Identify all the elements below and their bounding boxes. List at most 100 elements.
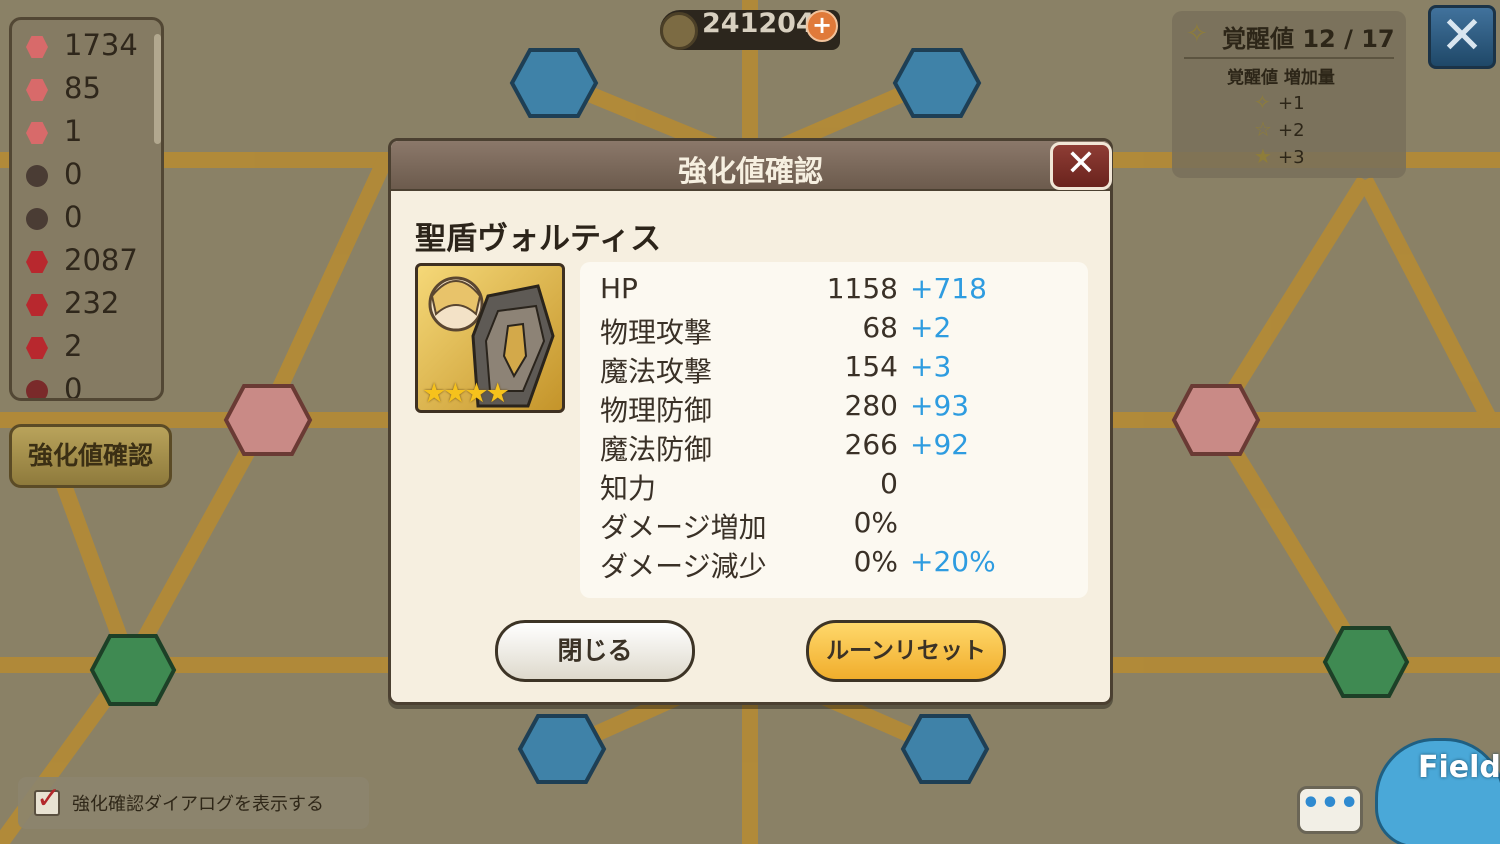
gem-icon (26, 337, 48, 359)
rarity-stars: ★★★★ (422, 378, 510, 409)
gem-icon (26, 251, 48, 273)
resource-row: 2087 (20, 241, 150, 281)
awakening-bonus: +2 (1278, 120, 1305, 141)
shield-node-icon[interactable] (517, 714, 607, 784)
close-button[interactable]: 閉じる (495, 620, 695, 682)
star-icon: ★ (1254, 144, 1272, 168)
shield-node-icon[interactable] (509, 48, 599, 118)
close-screen-button[interactable]: ✕ (1428, 5, 1496, 69)
stat-row: ダメージ減少 0% +20% (580, 545, 1088, 584)
field-button-label: Field (1418, 750, 1500, 785)
rune-reset-button[interactable]: ルーンリセット (806, 620, 1006, 682)
stat-row: 物理防御 280 +93 (580, 389, 1088, 428)
gem-icon (26, 122, 48, 144)
resource-row: 1734 (20, 26, 150, 66)
resource-count: 0 (64, 372, 83, 401)
resource-row: 232 (20, 284, 150, 324)
resource-row: 1 (20, 112, 150, 152)
stat-row: 物理攻撃 68 +2 (580, 311, 1088, 350)
chat-button[interactable]: ••• (1297, 786, 1363, 834)
resource-row: 0 (20, 370, 150, 401)
stat-label: 魔法攻撃 (600, 355, 713, 388)
resource-count: 85 (64, 71, 101, 105)
stat-row: 魔法防御 266 +92 (580, 428, 1088, 467)
stat-label: 知力 (600, 472, 657, 505)
resource-count: 0 (64, 157, 83, 191)
stat-value: 1158 (826, 272, 898, 305)
stat-label: HP (600, 272, 638, 305)
stat-value: 154 (844, 350, 898, 383)
add-currency-button[interactable]: + (806, 10, 838, 42)
awakening-row: ★ +3 (1254, 144, 1305, 168)
stats-table: HP 1158 +718 物理攻撃 68 +2 魔法攻撃 154 +3 物理防御… (580, 262, 1088, 598)
resource-row: 85 (20, 69, 150, 109)
stat-row: HP 1158 +718 (580, 272, 1088, 311)
stat-label: 魔法防御 (600, 433, 713, 466)
dialog-title: 強化値確認 (677, 154, 823, 188)
show-dialog-toggle[interactable]: ✓ 強化確認ダイアログを表示する (18, 777, 369, 829)
resource-row: 2 (20, 327, 150, 367)
awakening-star-icon: ✧ (1186, 19, 1208, 49)
green-node-icon[interactable] (1322, 626, 1410, 698)
awakening-value: 覚醒値 12 / 17 (1222, 25, 1395, 53)
stat-row: ダメージ増加 0% (580, 506, 1088, 545)
star-outline-icon: ✧ (1254, 90, 1271, 114)
confirm-values-button[interactable]: 強化値確認 (9, 424, 172, 488)
gem-icon (26, 36, 48, 58)
awakening-row: ✧ +1 (1254, 90, 1305, 114)
resource-count: 1734 (64, 28, 138, 62)
divider (1184, 57, 1394, 59)
green-node-icon[interactable] (89, 634, 177, 706)
stat-value: 68 (862, 311, 898, 344)
gem-icon (26, 79, 48, 101)
stat-label: ダメージ増加 (600, 511, 767, 544)
resource-panel[interactable]: 1734 85 1 0 0 2087 232 2 0 (9, 17, 164, 401)
currency-value: 241204 (702, 8, 815, 39)
awakening-panel: ✧ 覚醒値 12 / 17 覚醒値 増加量 ✧ +1 ☆ +2 ★ +3 (1172, 11, 1406, 178)
stat-confirm-dialog: 強化値確認 ✕ 聖盾ヴォルティス ★★★★ HP 1158 +718 物理攻撃 … (388, 138, 1113, 705)
checkmark-icon: ✓ (36, 781, 62, 816)
stat-label: ダメージ減少 (600, 550, 767, 583)
resource-count: 1 (64, 114, 83, 148)
stat-bonus: +20% (910, 545, 996, 578)
awakening-bonus: +3 (1278, 147, 1305, 168)
dialog-close-button[interactable]: ✕ (1050, 142, 1112, 190)
star-icon: ☆ (1254, 117, 1272, 141)
resource-count: 2087 (64, 243, 138, 277)
stat-label: 物理防御 (600, 394, 713, 427)
gem-icon (26, 208, 48, 230)
heart-node-icon[interactable] (1171, 384, 1261, 456)
stat-bonus: +718 (910, 272, 987, 305)
resource-row: 0 (20, 155, 150, 195)
stat-label: 物理攻撃 (600, 316, 713, 349)
gem-icon (26, 165, 48, 187)
stat-bonus: +92 (910, 428, 970, 461)
item-portrait: ★★★★ (415, 263, 565, 413)
scrollbar[interactable] (154, 34, 161, 144)
stat-value: 0% (853, 506, 898, 539)
awakening-subtitle: 覚醒値 増加量 (1227, 68, 1335, 88)
shield-node-icon[interactable] (892, 48, 982, 118)
stat-value: 0% (853, 545, 898, 578)
gem-icon (26, 380, 48, 398)
awakening-row: ☆ +2 (1254, 117, 1305, 141)
stat-bonus: +2 (910, 311, 952, 344)
stat-bonus: +3 (910, 350, 952, 383)
resource-count: 0 (64, 200, 83, 234)
resource-count: 2 (64, 329, 83, 363)
stat-value: 280 (844, 389, 898, 422)
checkbox-label: 強化確認ダイアログを表示する (72, 794, 324, 815)
stat-value: 266 (844, 428, 898, 461)
stat-row: 知力 0 (580, 467, 1088, 506)
coin-icon (660, 12, 698, 50)
item-name: 聖盾ヴォルティス (415, 221, 662, 257)
resource-count: 232 (64, 286, 120, 320)
resource-row: 0 (20, 198, 150, 238)
dialog-header: 強化値確認 ✕ (391, 141, 1112, 191)
stat-value: 0 (880, 467, 898, 500)
stat-row: 魔法攻撃 154 +3 (580, 350, 1088, 389)
gem-icon (26, 294, 48, 316)
awakening-bonus: +1 (1278, 93, 1305, 114)
shield-node-icon[interactable] (900, 714, 990, 784)
heart-node-icon[interactable] (223, 384, 313, 456)
